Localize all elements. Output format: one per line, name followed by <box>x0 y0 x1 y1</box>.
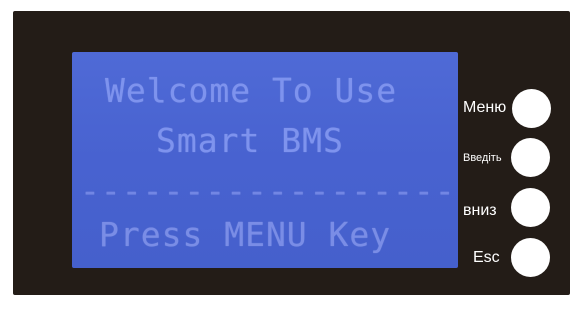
lcd-divider-line: --------------------- <box>80 171 458 210</box>
down-button-label: вниз <box>463 202 497 219</box>
lcd-screen: Welcome To Use Smart BMS ---------------… <box>72 52 458 268</box>
enter-button[interactable] <box>511 138 550 177</box>
esc-button[interactable] <box>511 238 550 277</box>
menu-button-label: Меню <box>463 99 507 116</box>
menu-button[interactable] <box>512 89 551 128</box>
enter-button-label: Введіть <box>463 152 502 164</box>
lcd-instruction-line: Press MENU Key <box>99 215 392 254</box>
lcd-welcome-line: Welcome To Use <box>105 71 398 110</box>
down-button[interactable] <box>511 188 550 227</box>
esc-button-label: Esc <box>473 249 500 266</box>
lcd-product-line: Smart BMS <box>156 121 344 160</box>
